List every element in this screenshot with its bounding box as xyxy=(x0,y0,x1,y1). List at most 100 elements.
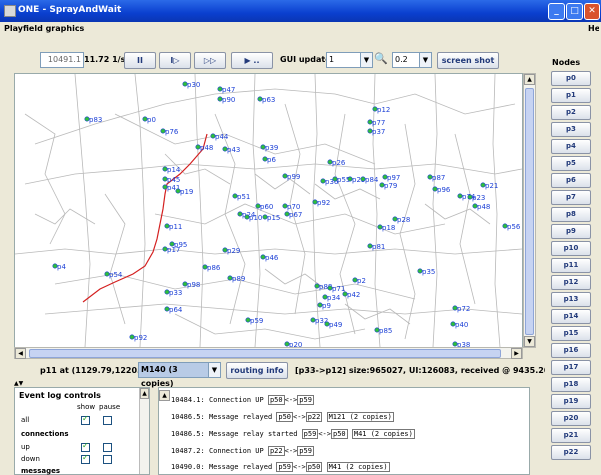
map-node-label[interactable]: p39 xyxy=(265,144,278,152)
zoom-field[interactable]: 0.2 xyxy=(392,52,420,68)
node-button-p17[interactable]: p17 xyxy=(551,360,591,375)
node-button-p1[interactable]: p1 xyxy=(551,88,591,103)
node-button-p18[interactable]: p18 xyxy=(551,377,591,392)
node-link[interactable]: p59 xyxy=(301,429,319,439)
node-button-p8[interactable]: p8 xyxy=(551,207,591,222)
node-button-p12[interactable]: p12 xyxy=(551,275,591,290)
node-link[interactable]: p59 xyxy=(276,462,294,472)
map-node-label[interactable]: p92 xyxy=(317,199,330,207)
node-link[interactable]: p50 xyxy=(305,462,323,472)
map-node-label[interactable]: p96 xyxy=(437,186,451,194)
screenshot-button[interactable]: screen shot xyxy=(437,52,499,69)
map-node-label[interactable]: p54 xyxy=(109,271,123,279)
map-node-label[interactable]: p46 xyxy=(265,254,279,262)
map-node-label[interactable]: p0 xyxy=(147,116,156,124)
pause-all-checkbox[interactable] xyxy=(103,416,112,425)
node-link[interactable]: p50 xyxy=(330,429,348,439)
map-node-label[interactable]: p49 xyxy=(329,321,342,329)
node-button-p21[interactable]: p21 xyxy=(551,428,591,443)
node-button-p0[interactable]: p0 xyxy=(551,71,591,86)
chevron-down-icon[interactable]: ▼ xyxy=(419,52,432,68)
node-button-p10[interactable]: p10 xyxy=(551,241,591,256)
map-node-label[interactable]: p51 xyxy=(237,193,250,201)
chevron-down-icon[interactable]: ▼ xyxy=(208,362,221,378)
map-node-label[interactable]: p60 xyxy=(260,203,273,211)
map-node-label[interactable]: p84 xyxy=(365,176,379,184)
map-vertical-scrollbar[interactable]: ▲ ▼ xyxy=(523,73,536,348)
node-link[interactable]: p22 xyxy=(305,412,323,422)
node-button-p7[interactable]: p7 xyxy=(551,190,591,205)
map-node-label[interactable]: p86 xyxy=(207,264,221,272)
horizontal-scroll-thumb[interactable] xyxy=(29,349,501,358)
node-button-p5[interactable]: p5 xyxy=(551,156,591,171)
map-node-label[interactable]: p17 xyxy=(167,246,180,254)
map-horizontal-scrollbar[interactable]: ◀ ▶ xyxy=(14,347,523,359)
chevron-down-icon[interactable]: ▼ xyxy=(360,52,373,68)
map-node-label[interactable]: p76 xyxy=(165,128,179,136)
map-node-label[interactable]: p92 xyxy=(134,334,147,342)
map-node-label[interactable]: p79 xyxy=(384,182,397,190)
map-node-label[interactable]: p67 xyxy=(289,211,302,219)
map-node-label[interactable]: p26 xyxy=(332,159,346,167)
map-node-label[interactable]: p48 xyxy=(477,203,490,211)
map-node-label[interactable]: p64 xyxy=(169,306,183,314)
node-button-p16[interactable]: p16 xyxy=(551,343,591,358)
node-button-p6[interactable]: p6 xyxy=(551,173,591,188)
node-link[interactable]: p59 xyxy=(297,395,314,405)
map-node-label[interactable]: p12 xyxy=(377,106,390,114)
gui-update-select[interactable]: 1 xyxy=(326,52,362,68)
scroll-up-icon[interactable]: ▲ xyxy=(159,390,170,401)
playfield-map[interactable]: p30 p47 p90 p63 p12 p0 p83 p77 p37 p76 p44 p48 p43 p3… xyxy=(14,73,523,349)
map-node-label[interactable]: p59 xyxy=(250,317,263,325)
map-node-label[interactable]: p63 xyxy=(262,96,275,104)
map-node-label[interactable]: p89 xyxy=(232,275,245,283)
map-node-label[interactable]: p45 xyxy=(167,176,180,184)
message-link[interactable]: M121 (2 copies) xyxy=(326,412,394,422)
map-node-label[interactable]: p15 xyxy=(267,214,280,222)
map-node-label[interactable]: p56 xyxy=(507,223,521,231)
scroll-right-icon[interactable]: ▶ xyxy=(511,348,522,359)
map-node-label[interactable]: p85 xyxy=(379,327,392,335)
step-button[interactable]: I▷ xyxy=(159,52,191,69)
map-node-label[interactable]: p4 xyxy=(57,263,66,271)
fast-run-button[interactable]: ▶ .. xyxy=(231,52,273,69)
map-node-label[interactable]: p99 xyxy=(287,173,300,181)
map-node-label[interactable]: p42 xyxy=(347,291,360,299)
show-all-checkbox[interactable] xyxy=(81,414,90,425)
map-canvas[interactable]: p30p47p90 p63p12p0p83 p77p37p76p44p48 p43 p3… xyxy=(14,73,523,349)
map-node-label[interactable]: p28 xyxy=(397,216,410,224)
map-node-label[interactable]: p19 xyxy=(180,188,193,196)
pause-up-checkbox[interactable] xyxy=(103,443,112,452)
node-link[interactable]: p22 xyxy=(267,446,285,456)
map-node-label[interactable]: p35 xyxy=(422,268,435,276)
map-node-label[interactable]: p37 xyxy=(372,128,385,136)
node-link[interactable]: p59 xyxy=(297,446,314,456)
map-node-label[interactable]: p98 xyxy=(187,281,200,289)
node-button-p15[interactable]: p15 xyxy=(551,326,591,341)
map-node-label[interactable]: p40 xyxy=(455,321,468,329)
node-link[interactable]: p50 xyxy=(276,412,294,422)
event-controls-scrollbar[interactable]: ▲ xyxy=(139,388,149,474)
node-button-p11[interactable]: p11 xyxy=(551,258,591,273)
map-node-label[interactable]: p14 xyxy=(167,166,181,174)
map-node-label[interactable]: p44 xyxy=(215,133,229,141)
pause-button[interactable]: II xyxy=(124,52,156,69)
close-button[interactable]: ✕ xyxy=(584,3,600,20)
node-button-p14[interactable]: p14 xyxy=(551,309,591,324)
map-node-label[interactable]: p9 xyxy=(322,302,331,310)
vertical-scroll-thumb[interactable] xyxy=(525,88,534,335)
pause-down-checkbox[interactable] xyxy=(103,455,112,464)
map-node-label[interactable]: p70 xyxy=(287,203,300,211)
splitter-arrows-icon[interactable]: ▲▼ xyxy=(14,380,23,387)
map-node-label[interactable]: p6 xyxy=(267,156,276,164)
scroll-down-icon[interactable]: ▼ xyxy=(524,336,535,347)
map-node-label[interactable]: p71 xyxy=(332,285,345,293)
map-node-label[interactable]: p87 xyxy=(432,174,445,182)
show-up-checkbox[interactable] xyxy=(81,441,90,452)
scroll-up-icon[interactable]: ▲ xyxy=(524,74,535,85)
map-node-label[interactable]: p21 xyxy=(485,182,498,190)
routing-info-button[interactable]: routing info xyxy=(226,362,288,379)
map-node-label[interactable]: p83 xyxy=(89,116,102,124)
node-button-p3[interactable]: p3 xyxy=(551,122,591,137)
map-node-label[interactable]: p2 xyxy=(357,277,366,285)
